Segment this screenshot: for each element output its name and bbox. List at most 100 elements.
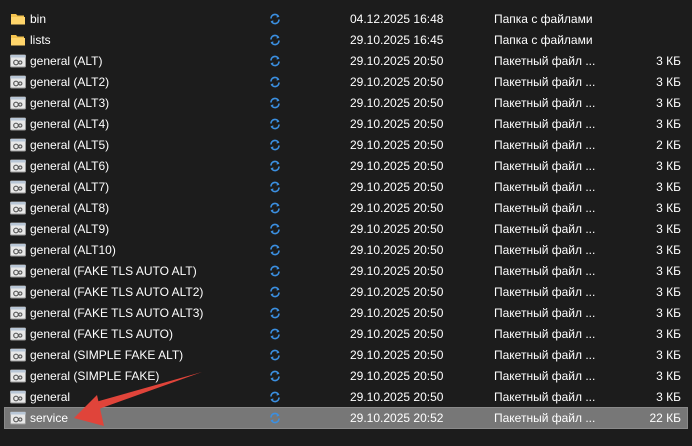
file-size: 3 КБ bbox=[656, 285, 681, 299]
file-name: bin bbox=[30, 12, 47, 26]
list-item[interactable]: lists 29.10.2025 16:45 Папка с файлами bbox=[5, 30, 687, 50]
file-date: 29.10.2025 20:50 bbox=[350, 222, 444, 236]
sync-icon bbox=[268, 369, 282, 383]
sync-icon bbox=[268, 33, 282, 47]
file-name: general (ALT) bbox=[30, 54, 103, 68]
list-item[interactable]: general (FAKE TLS AUTO ALT2) 29.10.2025 2… bbox=[5, 282, 687, 302]
file-name: general (SIMPLE FAKE) bbox=[30, 369, 160, 383]
batch-file-icon bbox=[10, 243, 26, 257]
file-name: general (FAKE TLS AUTO ALT) bbox=[30, 264, 197, 278]
list-item[interactable]: general (ALT2) 29.10.2025 20:50 Пакетный ф… bbox=[5, 72, 687, 92]
file-type: Пакетный файл ... bbox=[494, 222, 596, 236]
batch-file-icon bbox=[10, 222, 26, 236]
sync-icon bbox=[268, 411, 282, 425]
file-type: Папка с файлами bbox=[494, 33, 593, 47]
file-name: general (ALT3) bbox=[30, 96, 110, 110]
batch-file-icon bbox=[10, 159, 26, 173]
list-item[interactable]: general (ALT6) 29.10.2025 20:50 Пакетный ф… bbox=[5, 156, 687, 176]
file-name: general (FAKE TLS AUTO ALT2) bbox=[30, 285, 204, 299]
batch-file-icon bbox=[10, 411, 26, 425]
file-size: 3 КБ bbox=[656, 201, 681, 215]
batch-file-icon bbox=[10, 201, 26, 215]
file-date: 29.10.2025 20:50 bbox=[350, 75, 444, 89]
sync-icon bbox=[268, 285, 282, 299]
file-date: 29.10.2025 20:52 bbox=[350, 411, 444, 425]
sync-icon bbox=[268, 327, 282, 341]
folder-icon bbox=[10, 12, 26, 26]
file-size: 3 КБ bbox=[656, 75, 681, 89]
sync-icon bbox=[268, 390, 282, 404]
file-size: 3 КБ bbox=[656, 54, 681, 68]
file-type: Пакетный файл ... bbox=[494, 285, 596, 299]
file-date: 04.12.2025 16:48 bbox=[350, 12, 444, 26]
batch-file-icon bbox=[10, 54, 26, 68]
sync-icon bbox=[268, 12, 282, 26]
file-name: lists bbox=[30, 33, 51, 47]
file-date: 29.10.2025 20:50 bbox=[350, 348, 444, 362]
file-name: general (SIMPLE FAKE ALT) bbox=[30, 348, 184, 362]
sync-icon bbox=[268, 222, 282, 236]
list-item[interactable]: general (ALT4) 29.10.2025 20:50 Пакетный ф… bbox=[5, 114, 687, 134]
file-name: general (ALT10) bbox=[30, 243, 116, 257]
list-item[interactable]: general (ALT8) 29.10.2025 20:50 Пакетный ф… bbox=[5, 198, 687, 218]
batch-file-icon bbox=[10, 138, 26, 152]
file-type: Пакетный файл ... bbox=[494, 264, 596, 278]
file-date: 29.10.2025 20:50 bbox=[350, 201, 444, 215]
file-size: 3 КБ bbox=[656, 222, 681, 236]
list-item[interactable]: general (FAKE TLS AUTO ALT3) 29.10.2025 2… bbox=[5, 303, 687, 323]
list-item[interactable]: general (ALT5) 29.10.2025 20:50 Пакетный ф… bbox=[5, 135, 687, 155]
list-item[interactable]: general (FAKE TLS AUTO ALT) 29.10.2025 20… bbox=[5, 261, 687, 281]
file-type: Пакетный файл ... bbox=[494, 180, 596, 194]
list-item[interactable]: general (ALT) 29.10.2025 20:50 Пакетный фа… bbox=[5, 51, 687, 71]
file-size: 3 КБ bbox=[656, 306, 681, 320]
file-type: Пакетный файл ... bbox=[494, 96, 596, 110]
batch-file-icon bbox=[10, 390, 26, 404]
list-item[interactable]: general (ALT10) 29.10.2025 20:50 Пакетный … bbox=[5, 240, 687, 260]
file-type: Пакетный файл ... bbox=[494, 327, 596, 341]
file-size: 22 КБ bbox=[649, 411, 681, 425]
list-item[interactable]: bin 04.12.2025 16:48 Папка с файлами bbox=[5, 9, 687, 29]
list-item[interactable]: general (FAKE TLS AUTO) 29.10.2025 20:50 П… bbox=[5, 324, 687, 344]
file-type: Папка с файлами bbox=[494, 12, 593, 26]
file-size: 3 КБ bbox=[656, 117, 681, 131]
file-type: Пакетный файл ... bbox=[494, 243, 596, 257]
batch-file-icon bbox=[10, 264, 26, 278]
file-date: 29.10.2025 20:50 bbox=[350, 390, 444, 404]
file-date: 29.10.2025 20:50 bbox=[350, 159, 444, 173]
file-size: 3 КБ bbox=[656, 159, 681, 173]
sync-icon bbox=[268, 306, 282, 320]
batch-file-icon bbox=[10, 369, 26, 383]
file-name: general (ALT5) bbox=[30, 138, 110, 152]
list-item[interactable]: general (ALT3) 29.10.2025 20:50 Пакетный ф… bbox=[5, 93, 687, 113]
list-item[interactable]: service 29.10.2025 20:52 Пакетный файл ...… bbox=[4, 407, 688, 429]
list-item[interactable]: general (SIMPLE FAKE) 29.10.2025 20:50 Пак… bbox=[5, 366, 687, 386]
list-item[interactable]: general (SIMPLE FAKE ALT) 29.10.2025 20:5… bbox=[5, 345, 687, 365]
file-date: 29.10.2025 20:50 bbox=[350, 306, 444, 320]
batch-file-icon bbox=[10, 327, 26, 341]
file-date: 29.10.2025 20:50 bbox=[350, 96, 444, 110]
batch-file-icon bbox=[10, 180, 26, 194]
file-date: 29.10.2025 20:50 bbox=[350, 117, 444, 131]
file-name: general (ALT9) bbox=[30, 222, 110, 236]
file-size: 3 КБ bbox=[656, 327, 681, 341]
file-size: 2 КБ bbox=[656, 138, 681, 152]
file-name: general (FAKE TLS AUTO) bbox=[30, 327, 173, 341]
file-type: Пакетный файл ... bbox=[494, 201, 596, 215]
file-name: general (ALT7) bbox=[30, 180, 110, 194]
file-date: 29.10.2025 20:50 bbox=[350, 54, 444, 68]
file-size: 3 КБ bbox=[656, 369, 681, 383]
list-item[interactable]: general (ALT7) 29.10.2025 20:50 Пакетный ф… bbox=[5, 177, 687, 197]
file-name: general bbox=[30, 390, 71, 404]
file-date: 29.10.2025 20:50 bbox=[350, 138, 444, 152]
list-item[interactable]: general 29.10.2025 20:50 Пакетный файл ...… bbox=[5, 387, 687, 407]
file-size: 3 КБ bbox=[656, 96, 681, 110]
batch-file-icon bbox=[10, 306, 26, 320]
batch-file-icon bbox=[10, 96, 26, 110]
batch-file-icon bbox=[10, 348, 26, 362]
file-type: Пакетный файл ... bbox=[494, 348, 596, 362]
sync-icon bbox=[268, 117, 282, 131]
file-type: Пакетный файл ... bbox=[494, 117, 596, 131]
sync-icon bbox=[268, 180, 282, 194]
file-type: Пакетный файл ... bbox=[494, 369, 596, 383]
list-item[interactable]: general (ALT9) 29.10.2025 20:50 Пакетный ф… bbox=[5, 219, 687, 239]
